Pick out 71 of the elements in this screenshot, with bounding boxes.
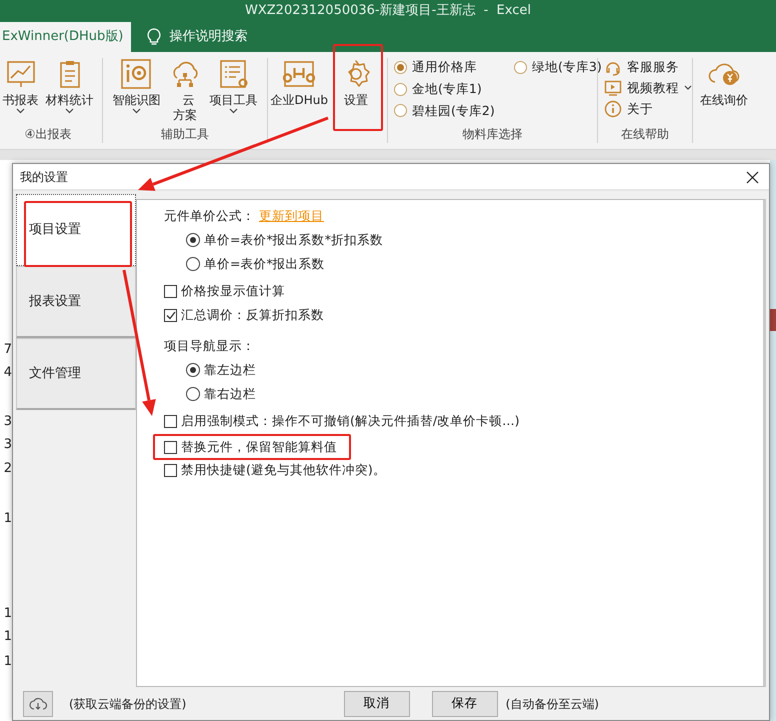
checkbox[interactable] bbox=[164, 464, 177, 476]
cancel-button[interactable]: 取消 bbox=[344, 690, 410, 716]
info-icon bbox=[604, 100, 622, 118]
library-radio[interactable]: 金地(专库1) bbox=[394, 80, 512, 98]
option-label: 汇总调价：反算折扣系数 bbox=[181, 306, 324, 324]
cloud-download-icon bbox=[29, 696, 47, 710]
option-label: 禁用快捷键(避免与其他软件冲突)。 bbox=[181, 460, 386, 479]
sheet-cell-text: 3 bbox=[2, 413, 12, 431]
ribbon-button[interactable]: 设置 bbox=[339, 58, 373, 108]
option-label: 价格按显示值计算 bbox=[181, 282, 285, 300]
check-icon bbox=[166, 310, 176, 320]
ribbon-button[interactable]: 企业DHub bbox=[270, 58, 329, 108]
settings-tab[interactable]: 项目设置 bbox=[16, 194, 136, 266]
library-radio[interactable]: 绿地(专库3) bbox=[514, 58, 602, 77]
library-radio[interactable]: 通用价格库 bbox=[394, 58, 512, 77]
radio-button[interactable] bbox=[186, 257, 200, 271]
cloud-download-button[interactable] bbox=[23, 690, 53, 716]
sheet-cell-text: 4 bbox=[2, 364, 12, 382]
settings-tab[interactable]: 文件管理 bbox=[16, 338, 136, 410]
sheet-cell-text: 3 bbox=[2, 436, 12, 454]
setting-label: 项目导航显示： bbox=[164, 336, 255, 355]
help-menu-item[interactable]: 视频教程 bbox=[604, 78, 692, 98]
settings-tab[interactable]: 报表设置 bbox=[16, 266, 136, 338]
ribbon-button[interactable]: 项目工具 bbox=[208, 58, 259, 114]
radio-button[interactable] bbox=[186, 363, 200, 377]
sheet-cell-text: 1 bbox=[2, 510, 12, 528]
ribbon-tab[interactable]: ExWinner(DHub版) bbox=[0, 22, 132, 52]
sheet-header-cell bbox=[770, 309, 776, 331]
sheet-cell-text: 1 bbox=[2, 605, 12, 623]
checkbox[interactable] bbox=[164, 284, 177, 298]
help-menu-item[interactable]: 关于 bbox=[604, 100, 653, 118]
ribbon-button[interactable]: 智能识图 bbox=[111, 58, 162, 114]
scan-icon bbox=[120, 58, 152, 90]
window-title: WXZ202312050036-新建项目-王新志 - Excel bbox=[245, 2, 531, 20]
option-label: 靠右边栏 bbox=[204, 384, 256, 403]
option-label: 单价=表价*报出系数*折扣系数 bbox=[204, 230, 383, 249]
option-label: 替换元件，保留智能算料值 bbox=[181, 438, 337, 456]
radio-button[interactable] bbox=[186, 387, 200, 401]
option-label: 单价=表价*报出系数 bbox=[204, 254, 325, 273]
sheet-cell-text: 1 bbox=[2, 653, 12, 671]
lightbulb-icon bbox=[147, 28, 162, 46]
ribbon-button[interactable]: 材料统计 bbox=[44, 58, 94, 114]
help-menu-item[interactable]: 客服服务 bbox=[604, 58, 679, 77]
checkbox[interactable] bbox=[164, 308, 177, 322]
group-label: ④出报表 bbox=[24, 126, 72, 143]
close-icon bbox=[746, 170, 759, 184]
save-button[interactable]: 保存 bbox=[432, 690, 498, 716]
video-icon bbox=[604, 79, 622, 98]
sheet-cell-text: 2 bbox=[2, 460, 12, 478]
checkbox[interactable] bbox=[164, 440, 177, 454]
checkbox[interactable] bbox=[164, 414, 177, 428]
option-label: 靠左边栏 bbox=[204, 360, 256, 379]
cloud-note: (获取云端备份的设置) bbox=[69, 696, 186, 712]
library-radio[interactable]: 碧桂园(专库2) bbox=[394, 102, 512, 120]
ribbon-button[interactable]: 书报表 bbox=[2, 58, 40, 114]
radio-button[interactable] bbox=[186, 233, 200, 247]
sheet-cell-text: 1 bbox=[2, 628, 12, 646]
group-label: 物料库选择 bbox=[462, 126, 524, 143]
chart-icon bbox=[4, 58, 36, 90]
save-note: (自动备份至云端) bbox=[506, 696, 599, 712]
search-hint[interactable]: 操作说明搜索 bbox=[169, 27, 248, 47]
inquiry-button[interactable]: 在线询价 bbox=[699, 58, 749, 108]
sheet-cell-text: 7 bbox=[2, 341, 12, 359]
ribbon-button[interactable]: 云方案 bbox=[168, 58, 202, 123]
option-label: 启用强制模式：操作不可撤销(解决元件插替/改单价卡顿…) bbox=[181, 412, 520, 430]
group-label: 辅助工具 bbox=[160, 126, 210, 143]
list-gear-icon bbox=[218, 58, 250, 90]
dialog-title: 我的设置 bbox=[20, 168, 68, 186]
group-label: 在线帮助 bbox=[620, 126, 670, 143]
dhub-logo-icon bbox=[283, 58, 316, 90]
setting-label: 元件单价公式： bbox=[164, 206, 255, 225]
